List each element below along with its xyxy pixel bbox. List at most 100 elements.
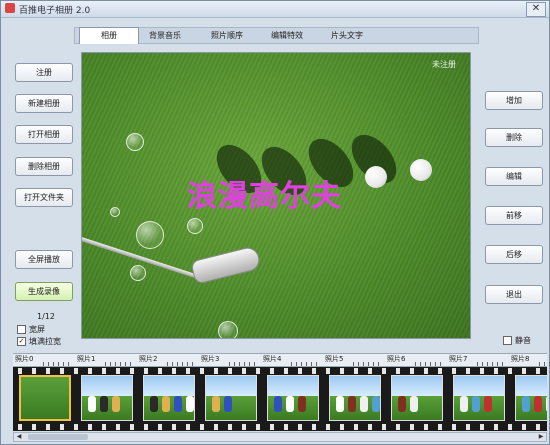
move-back-button[interactable]: 后移 (485, 245, 543, 264)
fill-stretch-checkbox-box[interactable]: ✓ (17, 337, 26, 346)
ruler-tick (68, 362, 69, 366)
mute-checkbox-box[interactable] (503, 336, 512, 345)
fullscreen-play-button[interactable]: 全屏播放 (15, 250, 73, 269)
fill-stretch-checkbox[interactable]: ✓ 填满拉宽 (17, 336, 61, 347)
tab-edit-effects[interactable]: 编辑特效 (257, 28, 317, 44)
fill-stretch-label: 填满拉宽 (29, 337, 61, 346)
new-album-button[interactable]: 新建相册 (15, 94, 73, 113)
thumbnail-person (398, 396, 406, 412)
move-forward-button[interactable]: 前移 (485, 206, 543, 225)
ruler-tick (110, 362, 111, 366)
window-title: 百推电子相册 2.0 (19, 6, 91, 16)
thumbnail-person (460, 396, 468, 412)
bubble (187, 218, 203, 234)
scrollbar-thumb[interactable] (28, 434, 88, 440)
photo-counter: 1/12 (37, 312, 55, 321)
thumbnail-sky (144, 376, 194, 396)
bubble (126, 133, 144, 151)
ruler-tick (125, 362, 126, 366)
thumbnail-person (162, 396, 170, 412)
delete-photo-button[interactable]: 删除 (485, 128, 543, 147)
ruler-tick (306, 362, 307, 366)
ruler-tick (192, 362, 193, 366)
add-photo-button[interactable]: 增加 (485, 91, 543, 110)
open-album-button[interactable]: 打开相册 (15, 125, 73, 144)
generate-video-button[interactable]: 生成录像 (15, 282, 73, 301)
thumbnail-sky (268, 376, 318, 396)
thumbnail-person (212, 396, 220, 412)
delete-album-button[interactable]: 删除相册 (15, 157, 73, 176)
ruler-label: 照片8 (511, 355, 530, 363)
photo-thumbnail[interactable] (81, 375, 133, 421)
ruler-tick (539, 362, 540, 366)
thumbnail-sky (392, 376, 442, 396)
mute-checkbox[interactable]: 静音 (503, 335, 531, 346)
thumbnail-person (112, 396, 120, 412)
ruler-tick (368, 362, 369, 366)
ruler-tick (482, 362, 483, 366)
bubble (136, 221, 164, 249)
ruler-tick (254, 362, 255, 366)
scroll-left-arrow[interactable]: ◀ (14, 433, 24, 441)
unregistered-watermark: 未注册 (432, 60, 456, 69)
thumbnail-grass (516, 395, 547, 420)
photo-thumbnail[interactable] (391, 375, 443, 421)
ruler-tick (53, 362, 54, 366)
thumbnail-person (336, 396, 344, 412)
open-folder-button[interactable]: 打开文件夹 (15, 188, 73, 207)
thumbnail-person (410, 396, 418, 412)
ruler-tick (544, 362, 545, 366)
ruler-tick (291, 362, 292, 366)
ruler-label: 照片3 (201, 355, 220, 363)
edit-photo-button[interactable]: 编辑 (485, 167, 543, 186)
film-perforations-top (13, 368, 547, 374)
tab-album[interactable]: 相册 (79, 27, 139, 44)
widescreen-checkbox-box[interactable] (17, 325, 26, 334)
ruler-tick (425, 362, 426, 366)
tab-photo-order[interactable]: 照片顺序 (197, 28, 257, 44)
photo-thumbnail[interactable] (329, 375, 381, 421)
ruler-tick (229, 362, 230, 366)
thumbnail-grass (21, 377, 69, 419)
photo-title-text: 浪漫高尔夫 (187, 179, 342, 214)
thumbnail-person (100, 396, 108, 412)
tab-background-music[interactable]: 背景音乐 (135, 28, 195, 44)
thumbnail-person (484, 396, 492, 412)
ruler-tick (115, 362, 116, 366)
ruler-tick (420, 362, 421, 366)
thumbnail-person (298, 396, 306, 412)
ruler-label: 照片0 (15, 355, 34, 363)
photo-thumbnail[interactable] (267, 375, 319, 421)
photo-thumbnail[interactable] (515, 375, 547, 421)
ruler-tick (130, 362, 131, 366)
thumbnail-sky (454, 376, 504, 396)
photo-thumbnail[interactable] (19, 375, 71, 421)
ruler-tick (502, 362, 503, 366)
photo-thumbnail[interactable] (143, 375, 195, 421)
thumbnail-person (150, 396, 158, 412)
widescreen-checkbox[interactable]: 宽屏 (17, 324, 45, 335)
thumbnail-person (360, 396, 368, 412)
ruler-label: 照片7 (449, 355, 468, 363)
thumbnail-person (88, 396, 96, 412)
photo-thumbnail[interactable] (205, 375, 257, 421)
ruler-tick (187, 362, 188, 366)
app-icon (5, 3, 15, 13)
exit-button[interactable]: 退出 (485, 285, 543, 304)
ruler-tick (430, 362, 431, 366)
register-button[interactable]: 注册 (15, 63, 73, 82)
filmstrip (13, 367, 547, 431)
filmstrip-scrollbar[interactable]: ◀ ▶ (13, 432, 547, 442)
app-window: 百推电子相册 2.0 ✕ 注册 新建相册 打开相册 删除相册 打开文件夹 全屏播… (0, 0, 550, 445)
thumbnail-person (534, 396, 542, 412)
ruler-tick (296, 362, 297, 366)
tab-title-text[interactable]: 片头文字 (317, 28, 377, 44)
ruler-tick (182, 362, 183, 366)
scroll-right-arrow[interactable]: ▶ (536, 433, 546, 441)
ruler-tick (435, 362, 436, 366)
photo-thumbnail[interactable] (453, 375, 505, 421)
close-button[interactable]: ✕ (526, 2, 546, 17)
thumbnail-person (348, 396, 356, 412)
ruler-label: 照片4 (263, 355, 282, 363)
ruler-tick (63, 362, 64, 366)
